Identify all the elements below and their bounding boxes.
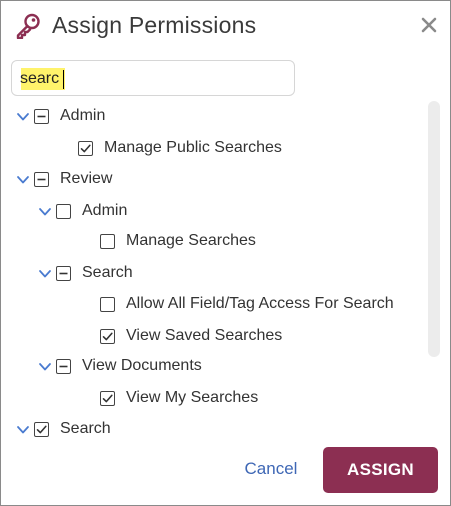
assign-button[interactable]: ASSIGN	[323, 447, 438, 493]
tree-node[interactable]: Manage Public Searches	[1, 138, 426, 162]
scrollbar-thumb[interactable]	[428, 101, 440, 357]
chevron-down-icon[interactable]	[38, 207, 52, 217]
tree-node[interactable]: Review	[1, 169, 426, 193]
cancel-button[interactable]: Cancel	[235, 459, 307, 481]
tree-node[interactable]: View Documents	[1, 356, 426, 380]
checkbox-unchecked[interactable]	[100, 234, 115, 249]
chevron-down-icon[interactable]	[16, 112, 30, 122]
checkbox-unchecked[interactable]	[56, 204, 71, 219]
tree-node-label: Search	[82, 264, 133, 281]
checkbox-partial[interactable]	[56, 359, 71, 374]
key-icon	[16, 13, 40, 39]
assign-permissions-dialog: Assign Permissions Admin Manage Public Se…	[0, 0, 451, 506]
chevron-down-icon[interactable]	[38, 362, 52, 372]
close-icon[interactable]	[419, 15, 439, 35]
tree-node-label: Admin	[60, 107, 106, 124]
search-field[interactable]	[11, 60, 295, 96]
checkbox-checked[interactable]	[78, 141, 93, 156]
tree-node-label: View My Searches	[126, 389, 259, 406]
dialog-header: Assign Permissions	[1, 1, 450, 53]
tree-node[interactable]: Manage Searches	[1, 231, 426, 255]
scrollbar[interactable]	[428, 101, 440, 357]
tree-node[interactable]: View Saved Searches	[1, 326, 426, 350]
tree-node-label: View Documents	[82, 357, 202, 374]
tree-node[interactable]: Admin	[1, 106, 426, 130]
tree-node[interactable]: Search	[1, 263, 426, 287]
chevron-down-icon[interactable]	[38, 269, 52, 279]
tree-node[interactable]: View My Searches	[1, 388, 426, 412]
text-caret	[63, 70, 64, 89]
tree-node-label: Review	[60, 170, 113, 187]
checkbox-checked[interactable]	[100, 329, 115, 344]
checkbox-partial[interactable]	[56, 266, 71, 281]
tree-node-label: Search	[60, 420, 111, 437]
checkbox-unchecked[interactable]	[100, 297, 115, 312]
checkbox-checked[interactable]	[100, 391, 115, 406]
checkbox-partial[interactable]	[34, 109, 49, 124]
tree-node[interactable]: Search	[1, 419, 426, 441]
tree-node-label: Allow All Field/Tag Access For Search	[126, 295, 394, 312]
permission-tree: Admin Manage Public Searches Review Admin Ma…	[1, 101, 426, 441]
dialog-title: Assign Permissions	[52, 12, 257, 38]
tree-node-label: Admin	[82, 202, 128, 219]
checkbox-checked[interactable]	[34, 422, 49, 437]
tree-node-label: Manage Public Searches	[104, 139, 282, 156]
tree-node[interactable]: Allow All Field/Tag Access For Search	[1, 294, 426, 318]
chevron-down-icon[interactable]	[16, 175, 30, 185]
chevron-down-icon[interactable]	[16, 425, 30, 435]
checkbox-partial[interactable]	[34, 172, 49, 187]
tree-node-label: View Saved Searches	[126, 327, 283, 344]
search-input[interactable]	[20, 68, 282, 90]
tree-node-label: Manage Searches	[126, 232, 256, 249]
tree-node[interactable]: Admin	[1, 201, 426, 225]
